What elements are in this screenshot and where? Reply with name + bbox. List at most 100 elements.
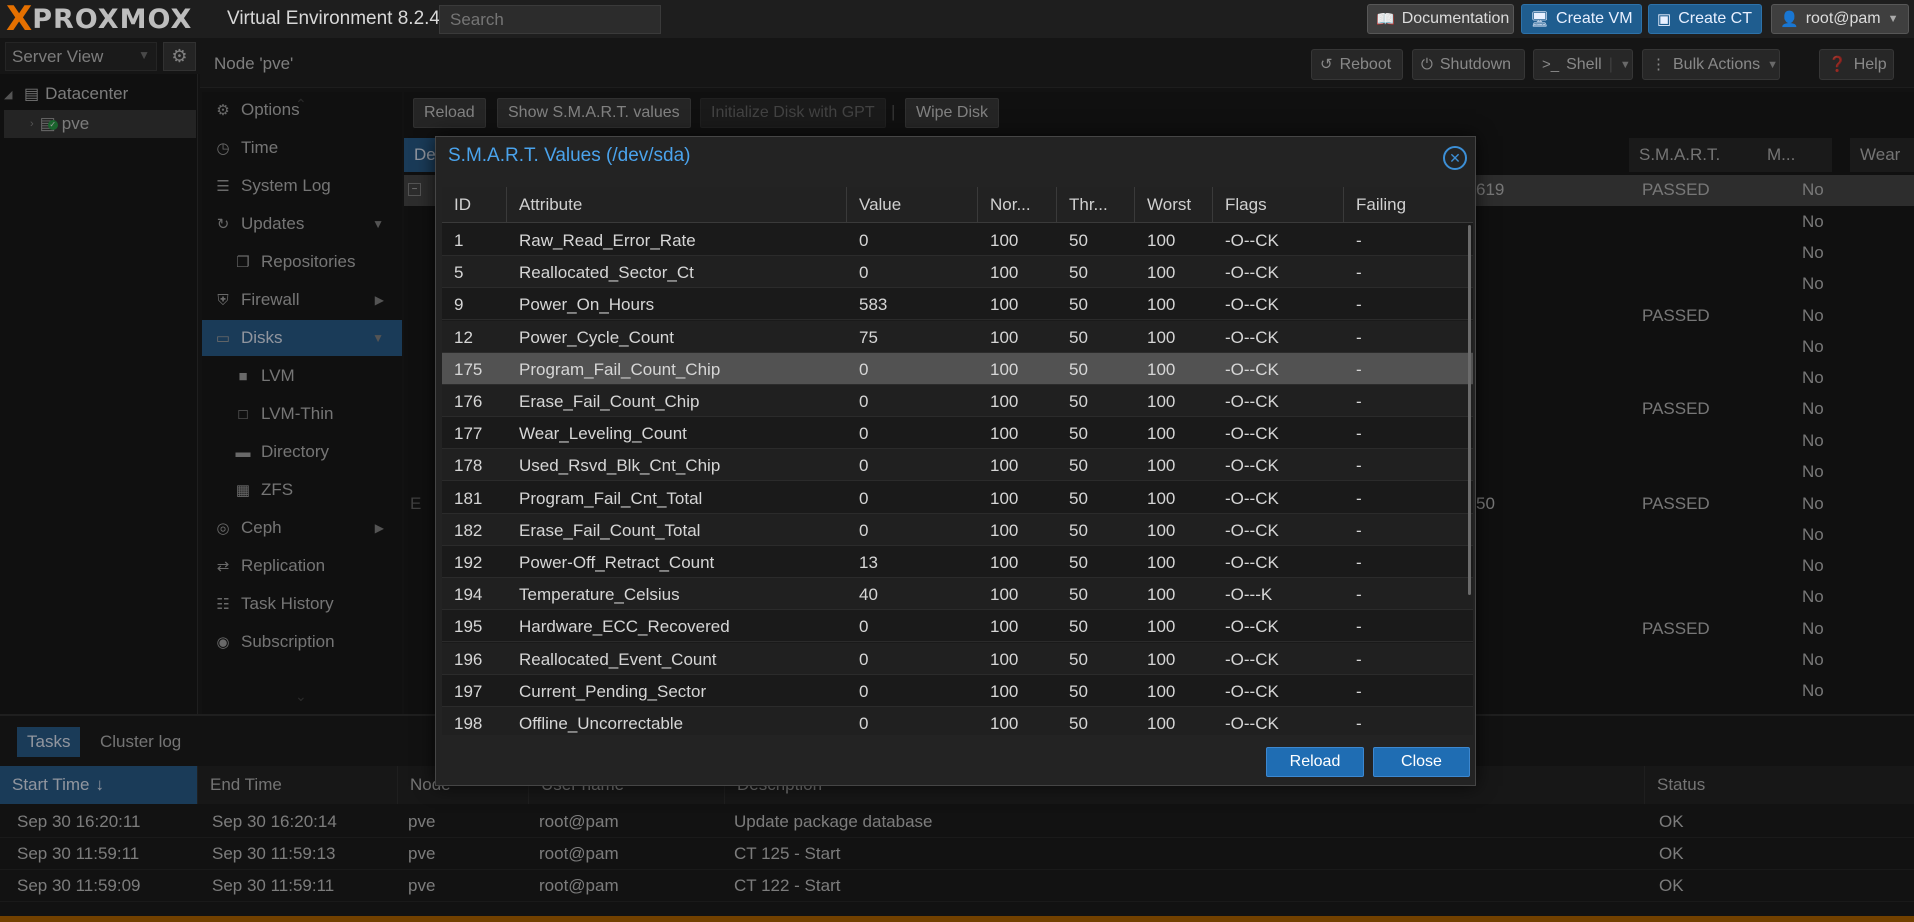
vertical-scrollbar[interactable] xyxy=(1468,225,1471,595)
column-header-normalized[interactable]: Nor... xyxy=(978,187,1057,223)
column-header-value[interactable]: Value xyxy=(847,187,978,223)
smart-row[interactable]: 9 Power_On_Hours 583 100 50 100 -O--CK - xyxy=(442,288,1473,321)
smart-row[interactable]: 177 Wear_Leveling_Count 0 100 50 100 -O--CK - xyxy=(442,417,1473,450)
smart-id: 178 xyxy=(454,456,483,476)
smart-threshold: 50 xyxy=(1069,392,1088,411)
smart-threshold: 50 xyxy=(1069,520,1088,540)
dialog-close-button[interactable]: Close xyxy=(1373,747,1470,777)
smart-attribute: Raw_Read_Error_Rate xyxy=(519,231,696,250)
smart-failing: - xyxy=(1356,392,1362,411)
smart-normalized: 100 xyxy=(990,263,1019,283)
smart-id: 181 xyxy=(454,488,483,508)
smart-flags: -O--CK xyxy=(1225,295,1279,315)
smart-value: 0 xyxy=(859,714,869,733)
documentation-button[interactable]: 📖 Documentation xyxy=(1367,4,1514,34)
smart-row[interactable]: 12 Power_Cycle_Count 75 100 50 100 -O--CK - xyxy=(442,320,1473,353)
create-ct-label: Create CT xyxy=(1678,10,1752,27)
smart-value: 0 xyxy=(859,456,869,476)
smart-normalized: 100 xyxy=(990,392,1019,411)
smart-failing: - xyxy=(1356,649,1362,669)
smart-id: 9 xyxy=(454,295,464,315)
smart-row[interactable]: 181 Program_Fail_Cnt_Total 0 100 50 100 -O--CK… xyxy=(442,482,1473,514)
smart-failing: - xyxy=(1356,520,1362,540)
smart-threshold: 50 xyxy=(1069,649,1088,669)
smart-values-dialog: S.M.A.R.T. Values (/dev/sda) ✕ ID Attrib… xyxy=(435,136,1476,786)
book-icon: 📖 xyxy=(1376,10,1395,28)
smart-threshold: 50 xyxy=(1069,553,1088,572)
smart-flags: -O--CK xyxy=(1225,714,1279,733)
smart-worst: 100 xyxy=(1147,327,1176,347)
smart-normalized: 100 xyxy=(990,585,1019,605)
user-icon: 👤 xyxy=(1780,10,1799,28)
smart-value: 40 xyxy=(859,585,878,605)
smart-row[interactable]: 198 Offline_Uncorrectable 0 100 50 100 -O--CK - xyxy=(442,707,1473,735)
smart-row[interactable]: 194 Temperature_Celsius 40 100 50 100 -O---K - xyxy=(442,578,1473,611)
smart-flags: -O--CK xyxy=(1225,456,1279,476)
search-input[interactable] xyxy=(439,5,661,34)
smart-flags: -O--CK xyxy=(1225,553,1279,572)
smart-flags: -O--CK xyxy=(1225,617,1279,637)
smart-flags: -O--CK xyxy=(1225,488,1279,508)
smart-value: 0 xyxy=(859,488,869,508)
close-icon[interactable]: ✕ xyxy=(1443,146,1467,170)
smart-failing: - xyxy=(1356,585,1362,605)
smart-attribute: Program_Fail_Count_Chip xyxy=(519,359,721,379)
smart-normalized: 100 xyxy=(990,520,1019,540)
create-vm-label: Create VM xyxy=(1556,10,1633,27)
smart-flags: -O--CK xyxy=(1225,359,1279,379)
column-header-flags[interactable]: Flags xyxy=(1213,187,1344,223)
smart-id: 5 xyxy=(454,263,464,283)
smart-value: 0 xyxy=(859,617,869,637)
user-menu-button[interactable]: 👤 root@pam ▼ xyxy=(1771,4,1909,34)
smart-row[interactable]: 197 Current_Pending_Sector 0 100 50 100 -O--CK… xyxy=(442,675,1473,707)
smart-failing: - xyxy=(1356,359,1362,379)
smart-worst: 100 xyxy=(1147,231,1176,250)
smart-threshold: 50 xyxy=(1069,585,1088,605)
smart-row[interactable]: 182 Erase_Fail_Count_Total 0 100 50 100 -O--CK… xyxy=(442,513,1473,546)
smart-flags: -O--CK xyxy=(1225,520,1279,540)
smart-worst: 100 xyxy=(1147,585,1176,605)
column-header-id[interactable]: ID xyxy=(442,187,507,223)
column-header-attribute[interactable]: Attribute xyxy=(507,187,847,223)
create-vm-button[interactable]: 🖥 Create VM xyxy=(1521,4,1642,34)
dialog-reload-button[interactable]: Reload xyxy=(1266,747,1364,777)
smart-attribute: Power_Cycle_Count xyxy=(519,327,674,347)
smart-row[interactable]: 5 Reallocated_Sector_Ct 0 100 50 100 -O--CK - xyxy=(442,256,1473,289)
smart-id: 1 xyxy=(454,231,464,250)
smart-threshold: 50 xyxy=(1069,488,1088,508)
smart-worst: 100 xyxy=(1147,488,1176,508)
smart-threshold: 50 xyxy=(1069,359,1088,379)
smart-value: 0 xyxy=(859,424,869,444)
smart-attribute: Temperature_Celsius xyxy=(519,585,680,605)
smart-attributes-grid: ID Attribute Value Nor... Thr... Worst F… xyxy=(442,187,1473,735)
smart-value: 0 xyxy=(859,231,869,250)
create-ct-button[interactable]: ▣ Create CT xyxy=(1648,4,1762,34)
smart-failing: - xyxy=(1356,295,1362,315)
column-header-worst[interactable]: Worst xyxy=(1135,187,1213,223)
smart-failing: - xyxy=(1356,553,1362,572)
smart-normalized: 100 xyxy=(990,681,1019,701)
smart-attribute: Reallocated_Event_Count xyxy=(519,649,717,669)
column-header-failing[interactable]: Failing xyxy=(1344,187,1473,223)
smart-row[interactable]: 196 Reallocated_Event_Count 0 100 50 100 -O--C… xyxy=(442,642,1473,675)
smart-failing: - xyxy=(1356,681,1362,701)
smart-value: 0 xyxy=(859,263,869,283)
smart-normalized: 100 xyxy=(990,456,1019,476)
smart-row[interactable]: 178 Used_Rsvd_Blk_Cnt_Chip 0 100 50 100 -O--CK… xyxy=(442,449,1473,482)
smart-row[interactable]: 175 Program_Fail_Count_Chip 0 100 50 100 -O--C… xyxy=(442,352,1473,385)
smart-row[interactable]: 192 Power-Off_Retract_Count 13 100 50 100 -O--… xyxy=(442,546,1473,578)
smart-row[interactable]: 1 Raw_Read_Error_Rate 0 100 50 100 -O--CK - xyxy=(442,224,1473,256)
smart-flags: -O--CK xyxy=(1225,681,1279,701)
smart-normalized: 100 xyxy=(990,553,1019,572)
smart-worst: 100 xyxy=(1147,456,1176,476)
column-header-threshold[interactable]: Thr... xyxy=(1057,187,1135,223)
chevron-down-icon: ▼ xyxy=(1887,13,1899,25)
smart-flags: -O--CK xyxy=(1225,392,1279,411)
smart-flags: -O---K xyxy=(1225,585,1273,605)
smart-value: 0 xyxy=(859,359,869,379)
smart-row[interactable]: 176 Erase_Fail_Count_Chip 0 100 50 100 -O--CK - xyxy=(442,385,1473,417)
smart-row[interactable]: 195 Hardware_ECC_Recovered 0 100 50 100 -O--CK… xyxy=(442,610,1473,643)
smart-failing: - xyxy=(1356,617,1362,637)
smart-worst: 100 xyxy=(1147,617,1176,637)
smart-value: 75 xyxy=(859,327,878,347)
